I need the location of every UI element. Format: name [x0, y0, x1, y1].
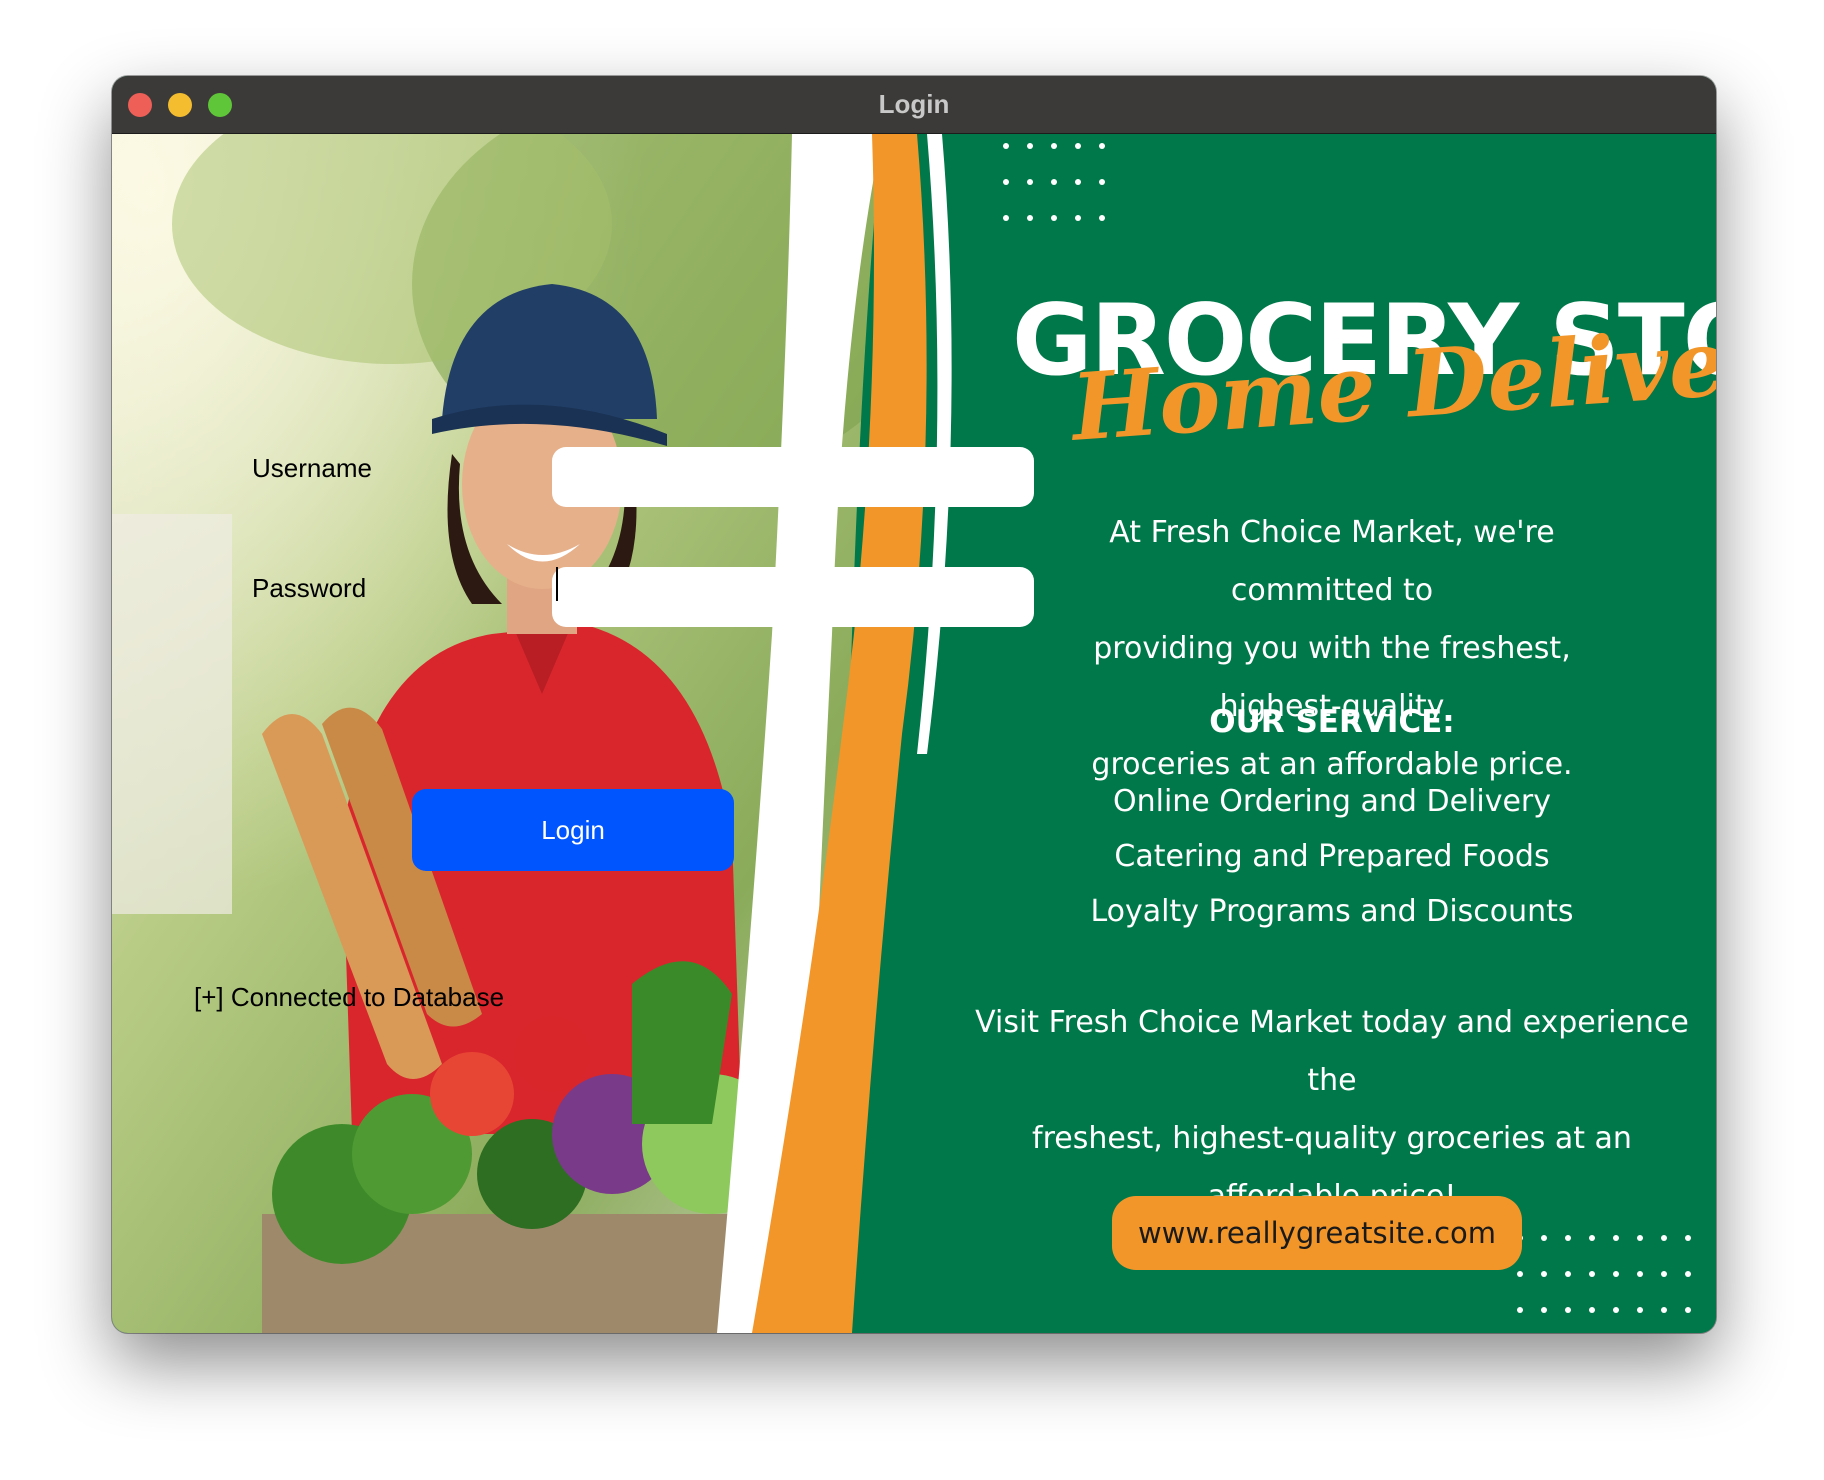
website-badge: www.reallygreatsite.com	[1112, 1196, 1522, 1270]
password-label: Password	[252, 573, 367, 603]
intro-line: At Fresh Choice Market, we're committed …	[1109, 515, 1555, 608]
outro-line: Visit Fresh Choice Market today and expe…	[975, 1005, 1689, 1098]
text-cursor	[556, 567, 558, 601]
intro-text: At Fresh Choice Market, we're committed …	[1032, 504, 1632, 794]
service-item: Catering and Prepared Foods	[1114, 839, 1550, 874]
outro-text: Visit Fresh Choice Market today and expe…	[952, 994, 1712, 1226]
title-bar: Login	[112, 76, 1716, 134]
window-content: GROCERY STORE Home Delivery At Fresh Cho…	[112, 134, 1716, 1333]
username-input[interactable]	[552, 447, 1034, 507]
password-input[interactable]	[552, 567, 1034, 627]
service-item: Online Ordering and Delivery	[1113, 784, 1551, 819]
login-button[interactable]: Login	[412, 789, 734, 871]
username-label: Username	[252, 453, 372, 483]
window-title: Login	[878, 89, 950, 119]
service-heading: OUR SERVICE:	[1209, 704, 1455, 740]
login-window: Login GROCERY ST Home Delivery At Fresh …	[112, 76, 1716, 1333]
connection-status: [+] Connected to Database	[194, 982, 505, 1012]
service-item: Loyalty Programs and Discounts	[1090, 894, 1574, 929]
